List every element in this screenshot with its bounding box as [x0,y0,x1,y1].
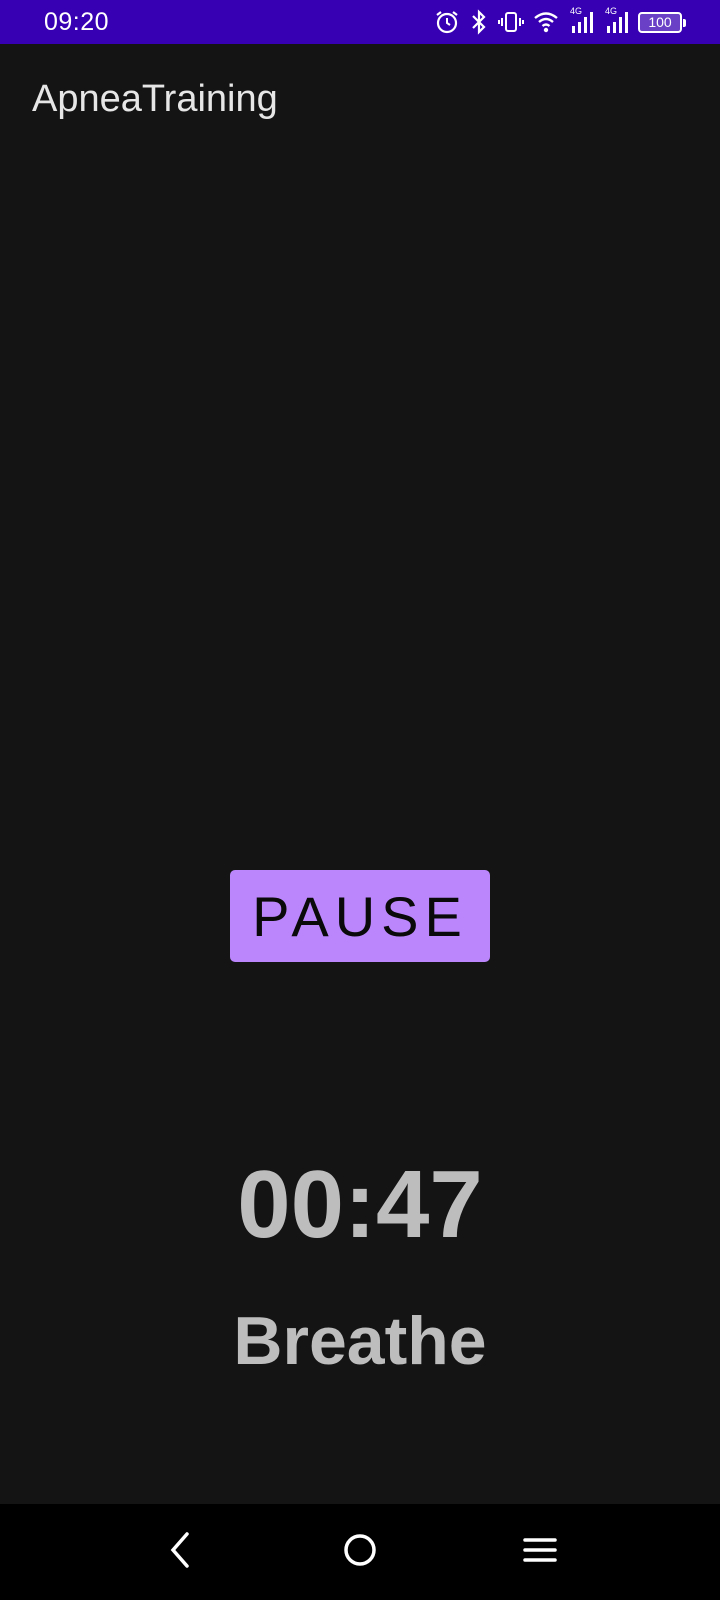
vibrate-icon [498,9,524,35]
timer-display: 00:47 [237,1151,483,1258]
menu-button[interactable] [510,1522,570,1582]
app-title: ApneaTraining [32,78,278,120]
navigation-bar [0,1504,720,1600]
menu-icon [523,1535,557,1570]
status-bar: 09:20 4G 4G 100 [0,0,720,44]
back-icon [165,1530,195,1575]
phase-label: Breathe [233,1303,487,1379]
status-icons: 4G 4G 100 [434,6,686,38]
network-type-2: 4G [605,6,618,16]
status-time: 09:20 [44,8,110,36]
pause-button[interactable]: PAUSE [230,870,490,962]
signal-icon: 4G [568,6,594,35]
alarm-icon [434,9,460,35]
network-type-1: 4G [570,6,583,16]
bluetooth-icon [469,9,489,35]
home-icon [342,1532,378,1573]
back-button[interactable] [150,1522,210,1582]
home-button[interactable] [330,1522,390,1582]
signal-icon: 4G [603,6,629,35]
wifi-icon [533,9,559,35]
battery-icon: 100 [638,11,686,33]
battery-level: 100 [648,14,672,30]
